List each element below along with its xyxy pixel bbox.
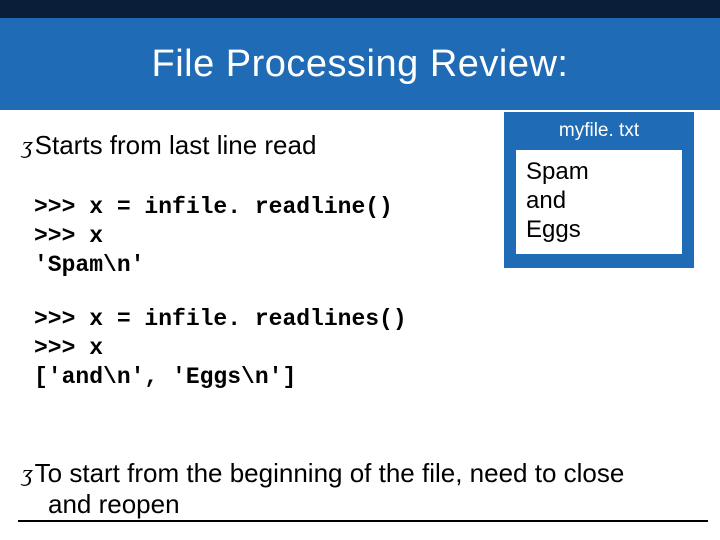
file-name-label: myfile. txt	[516, 120, 682, 142]
file-line-2: and	[526, 187, 672, 216]
slide-content: ʒStarts from last line read myfile. txt …	[0, 110, 720, 392]
bottom-rule	[18, 520, 708, 522]
file-line-1: Spam	[526, 158, 672, 187]
file-line-3: Eggs	[526, 216, 672, 245]
code-line: ['and\n', 'Eggs\n']	[34, 363, 698, 392]
code-line: >>> x	[34, 334, 698, 363]
slide-title: File Processing Review:	[152, 43, 569, 86]
bullet-reopen: ʒTo start from the beginning of the file…	[22, 458, 704, 520]
code-block-readlines: >>> x = infile. readlines() >>> x ['and\…	[34, 305, 698, 391]
file-content: Spam and Eggs	[516, 150, 682, 254]
bullet-icon: ʒ	[22, 460, 33, 489]
file-preview-box: myfile. txt Spam and Eggs	[504, 112, 694, 268]
code-line: >>> x = infile. readlines()	[34, 305, 698, 334]
bullet-text-2b: and reopen	[48, 489, 704, 520]
bullet-text-1: Starts from last line read	[35, 130, 317, 160]
bullet-text-2a: To start from the beginning of the file,…	[35, 458, 625, 488]
bullet-icon: ʒ	[22, 133, 33, 160]
title-band: File Processing Review:	[0, 0, 720, 110]
